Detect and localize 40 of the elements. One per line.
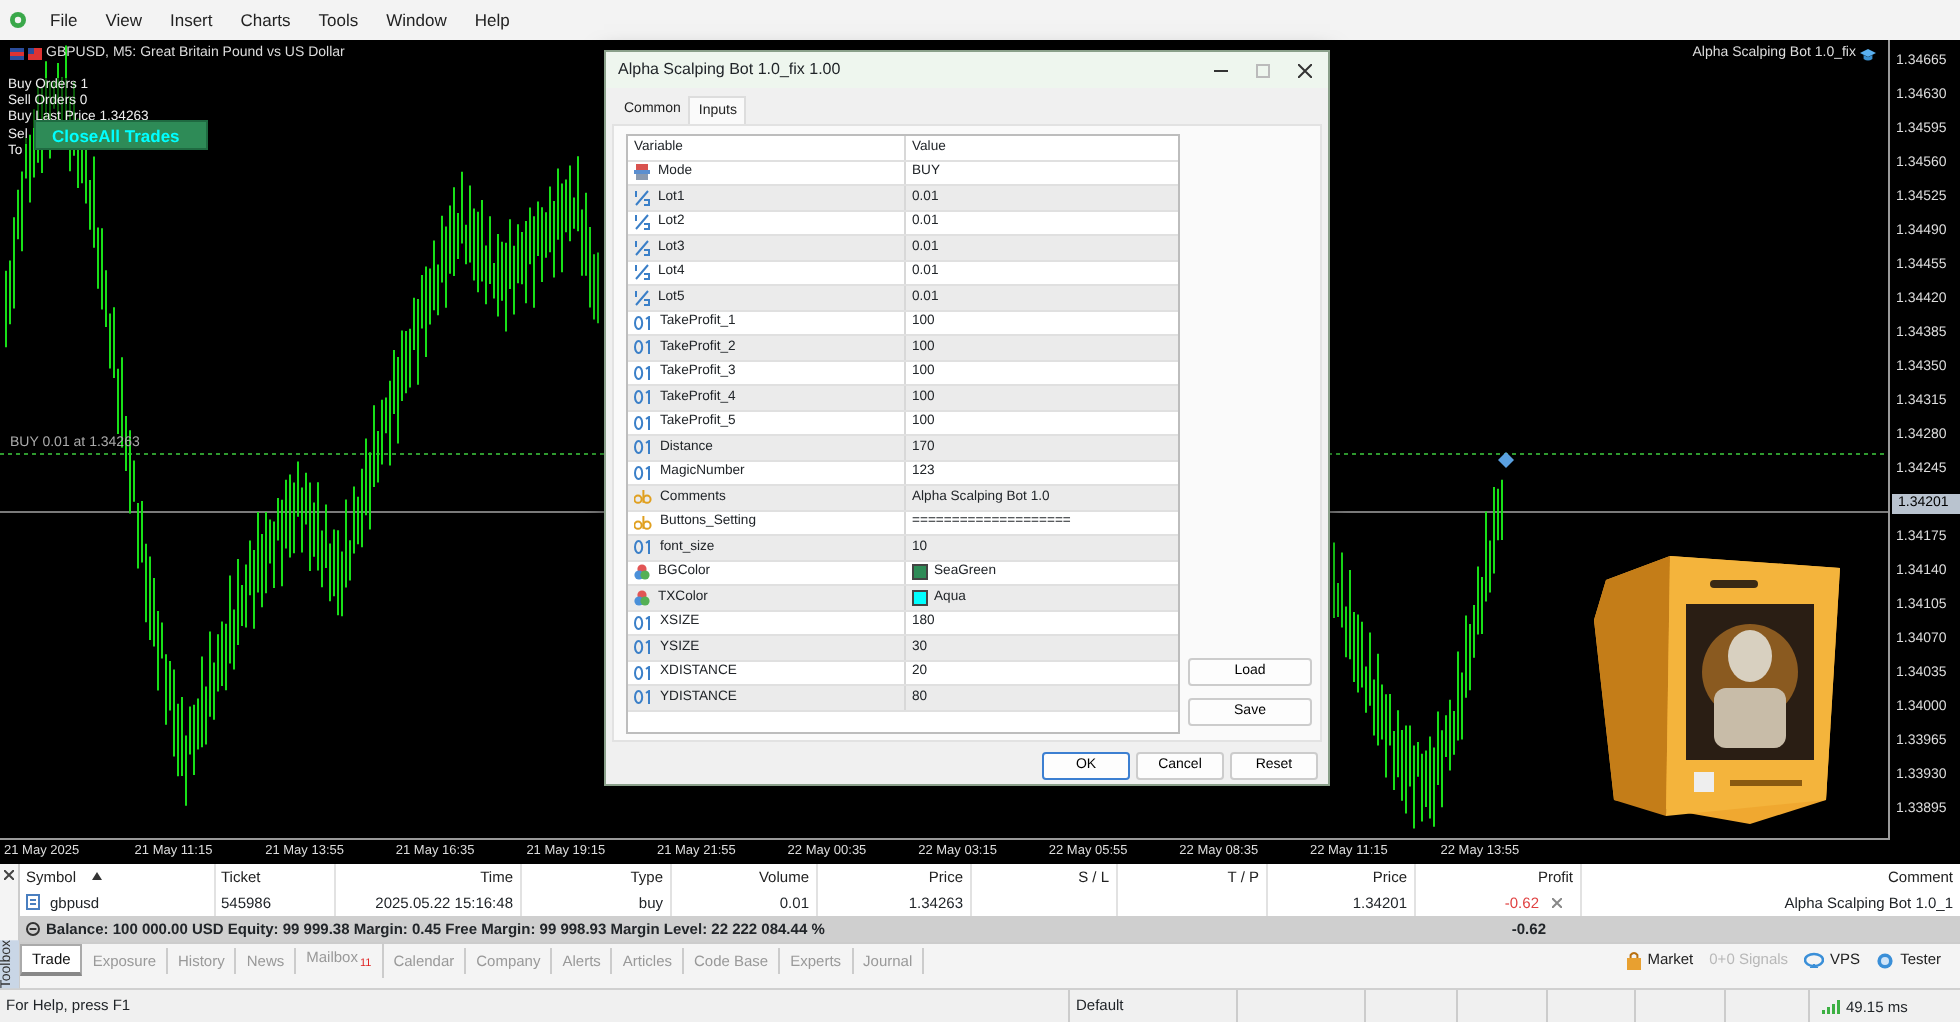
integer-icon [634, 615, 652, 630]
menu-item[interactable]: View [91, 7, 156, 33]
flag-icon [10, 48, 24, 61]
signal-icon [1822, 1000, 1840, 1014]
cap-icon [1860, 47, 1876, 62]
text-icon [634, 515, 652, 530]
dialog-title: Alpha Scalping Bot 1.0_fix 1.00 [618, 58, 841, 82]
close-icon[interactable] [4, 870, 14, 880]
mail-count: 11 [359, 957, 372, 969]
integer-icon [634, 640, 652, 655]
tester-icon [1876, 951, 1895, 969]
integer-icon [634, 415, 652, 430]
menu-item[interactable]: Tools [304, 7, 373, 33]
integer-icon [634, 665, 652, 680]
maximize-icon [1256, 63, 1270, 77]
fraction-icon [634, 289, 650, 306]
list-icon [634, 164, 650, 181]
integer-icon [634, 315, 652, 330]
flag-icon [28, 48, 42, 61]
collapse-icon[interactable] [26, 921, 40, 936]
integer-icon [634, 440, 652, 455]
trade-marker-icon [1498, 452, 1514, 468]
fraction-icon [634, 189, 650, 206]
integer-icon [634, 465, 652, 480]
close-icon[interactable] [1298, 63, 1312, 77]
integer-icon [634, 390, 652, 405]
integer-icon [634, 690, 652, 705]
integer-icon [634, 540, 652, 555]
fraction-icon [634, 264, 650, 281]
menu-item[interactable]: Help [460, 7, 524, 33]
fraction-icon [634, 239, 650, 256]
menu-item[interactable]: File [36, 7, 92, 33]
menu-item[interactable]: Window [372, 7, 461, 33]
fraction-icon [634, 214, 650, 231]
integer-icon [634, 365, 652, 380]
text-icon [634, 490, 652, 505]
menu-item[interactable]: Charts [226, 7, 305, 33]
menu-item[interactable]: Insert [155, 7, 227, 33]
app-icon [8, 10, 28, 30]
integer-icon [634, 340, 652, 355]
